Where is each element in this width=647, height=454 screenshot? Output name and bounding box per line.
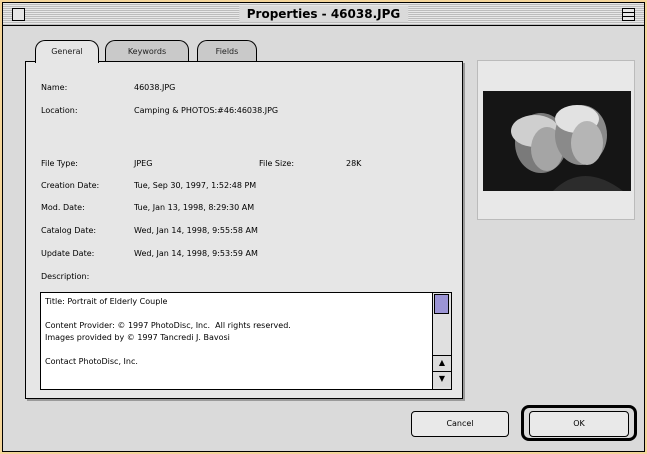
creation-date-label: Creation Date: (41, 181, 100, 190)
mod-date-value: Tue, Jan 13, 1998, 8:29:30 AM (134, 203, 255, 212)
name-label: Name: (41, 83, 68, 92)
update-date-value: Wed, Jan 14, 1998, 9:53:59 AM (134, 249, 258, 258)
ok-button[interactable]: OK (529, 411, 629, 437)
file-type-value: JPEG (134, 159, 153, 168)
scroll-down-arrow-icon[interactable]: ▼ (433, 371, 451, 387)
catalog-date-label: Catalog Date: (41, 226, 97, 235)
description-text[interactable]: Title: Portrait of Elderly Couple Conten… (45, 296, 430, 388)
scroll-thumb[interactable] (434, 294, 449, 314)
name-value: 46038.JPG (134, 83, 176, 92)
title-bar[interactable]: Properties - 46038.JPG (3, 3, 644, 26)
image-preview (477, 60, 635, 220)
file-type-label: File Type: (41, 159, 78, 168)
description-scrollbar[interactable]: ▲ ▼ (432, 293, 451, 389)
location-label: Location: (41, 106, 78, 115)
window-title: Properties - 46038.JPG (238, 6, 409, 22)
mod-date-label: Mod. Date: (41, 203, 85, 212)
scroll-up-arrow-icon[interactable]: ▲ (433, 355, 451, 371)
tab-keywords[interactable]: Keywords (105, 40, 189, 62)
description-label: Description: (41, 272, 90, 281)
elderly-couple-photo-icon (483, 91, 631, 191)
ok-button-default-ring: OK (521, 405, 637, 441)
tab-general[interactable]: General (35, 40, 99, 63)
catalog-date-value: Wed, Jan 14, 1998, 9:55:58 AM (134, 226, 258, 235)
properties-window: Properties - 46038.JPG General Keywords … (2, 2, 645, 452)
collapse-box-icon[interactable] (622, 8, 635, 21)
general-panel: Name: 46038.JPG Location: Camping & PHOT… (25, 61, 463, 399)
location-value: Camping & PHOTOS:#46:46038.JPG (134, 106, 279, 115)
file-size-label: File Size: (259, 159, 295, 168)
creation-date-value: Tue, Sep 30, 1997, 1:52:48 PM (134, 181, 257, 190)
file-size-value: 28K (346, 159, 362, 168)
cancel-button[interactable]: Cancel (411, 411, 509, 437)
description-textarea[interactable]: Title: Portrait of Elderly Couple Conten… (40, 292, 452, 390)
thumbnail-photo (483, 91, 631, 191)
close-box-icon[interactable] (12, 8, 25, 21)
update-date-label: Update Date: (41, 249, 95, 258)
tab-fields[interactable]: Fields (197, 40, 257, 62)
